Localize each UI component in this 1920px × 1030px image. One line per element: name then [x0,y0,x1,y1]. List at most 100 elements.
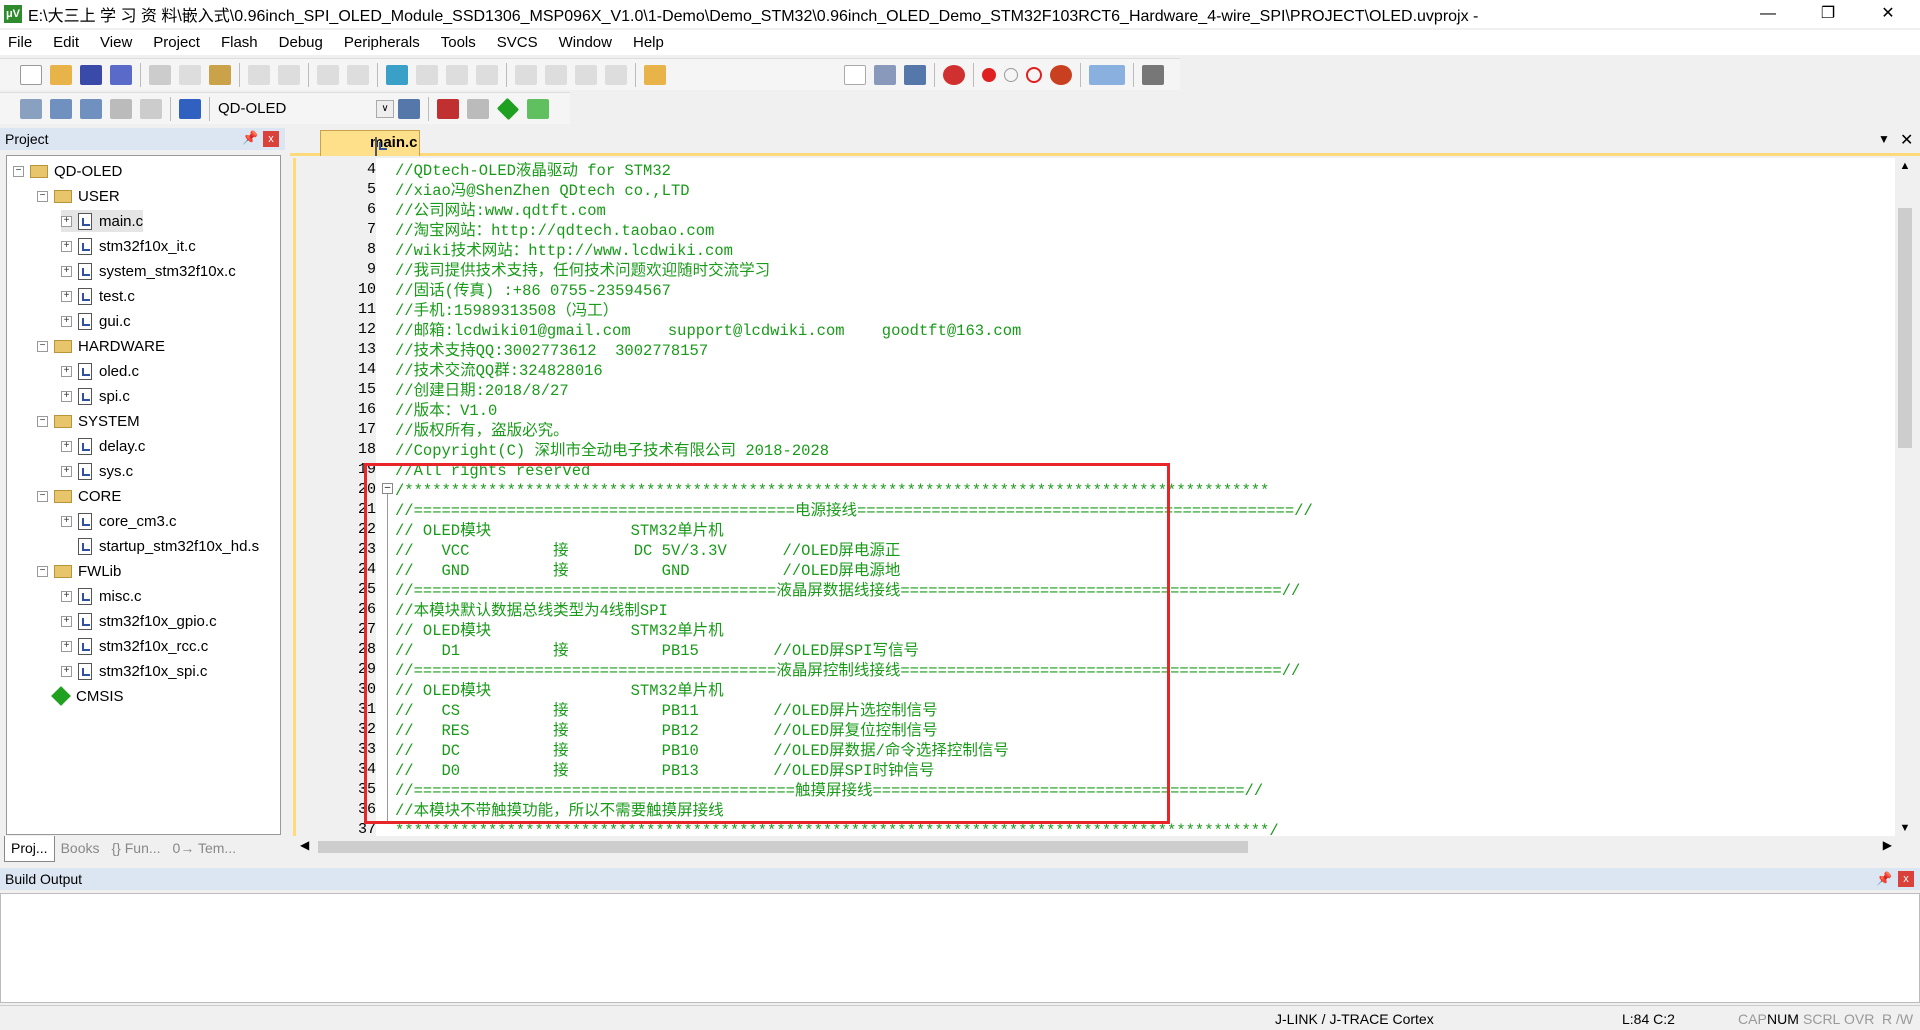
tab-project[interactable]: Proj... [4,836,55,862]
find-dropdown-icon[interactable] [844,64,866,85]
tree-item-folder[interactable]: − SYSTEM [37,410,140,432]
expand-icon[interactable]: + [61,440,72,452]
expand-icon[interactable]: + [61,665,72,677]
tree-item-file[interactable]: startup_stm32f10x_hd.s [61,535,259,557]
close-panel-icon[interactable]: x [263,131,279,147]
expand-icon[interactable]: + [61,515,72,527]
target-select[interactable]: QD-OLED ∨ [214,98,394,120]
tree-item-file[interactable]: + sys.c [61,460,133,482]
uncomment-icon[interactable] [605,64,627,85]
expand-icon[interactable]: + [61,615,72,627]
horizontal-scrollbar[interactable]: ◀ ▶ [296,838,1896,856]
forward-icon[interactable] [347,64,369,85]
incremental-find-icon[interactable] [874,64,896,85]
menu-flash[interactable]: Flash [219,34,260,51]
redo-icon[interactable] [278,64,300,85]
start-debug-icon[interactable] [943,64,965,85]
scroll-thumb[interactable] [1898,208,1912,448]
menu-debug[interactable]: Debug [277,34,325,51]
stop-build-icon[interactable] [140,98,162,119]
tree-item-folder[interactable]: − USER [37,185,120,207]
paste-icon[interactable] [209,64,231,85]
expand-icon[interactable]: − [37,190,48,202]
close-button[interactable]: ✕ [1860,0,1916,28]
translate-icon[interactable] [20,98,42,119]
unindent-icon[interactable] [545,64,567,85]
pack-installer-icon[interactable] [527,98,549,119]
minimize-button[interactable]: — [1740,0,1796,28]
menu-help[interactable]: Help [631,34,666,51]
tab-templates[interactable]: 0→ Tem... [167,836,243,862]
tab-main-c[interactable]: main.c [320,130,420,156]
batch-build-icon[interactable] [110,98,132,119]
clear-bookmarks-icon[interactable] [476,64,498,85]
expand-icon[interactable]: + [61,240,72,252]
fold-collapse-icon[interactable]: – [382,483,393,494]
find-in-files-icon[interactable] [644,64,666,85]
tree-item-file[interactable]: + main.c [61,210,144,232]
breakpoint-icon[interactable] [982,67,996,82]
expand-icon[interactable]: + [61,365,72,377]
tree-item-file[interactable]: + oled.c [61,360,139,382]
pin-icon[interactable]: 📌 [1876,868,1892,890]
tree-item-file[interactable]: + core_cm3.c [61,510,177,532]
expand-icon[interactable]: − [37,490,48,502]
expand-icon[interactable]: + [61,290,72,302]
debug-settings-icon[interactable] [904,64,926,85]
expand-icon[interactable]: − [37,340,48,352]
menu-svcs[interactable]: SVCS [495,34,540,51]
chevron-down-icon[interactable]: ∨ [376,99,394,118]
expand-icon[interactable]: + [61,390,72,402]
expand-icon[interactable]: − [13,165,24,177]
close-panel-icon[interactable]: x [1898,871,1914,887]
expand-icon[interactable]: + [61,465,72,477]
select-packs-icon[interactable] [467,98,489,119]
cut-icon[interactable] [149,64,171,85]
manage-project-items-icon[interactable] [437,98,459,119]
tab-functions[interactable]: {} Fun... [106,836,167,862]
menu-edit[interactable]: Edit [51,34,81,51]
pin-icon[interactable]: 📌 [242,130,258,146]
menu-view[interactable]: View [98,34,134,51]
tree-item-file[interactable]: + stm32f10x_spi.c [61,660,207,682]
new-file-icon[interactable] [20,64,42,85]
comment-icon[interactable] [575,64,597,85]
target-options-icon[interactable] [398,98,420,119]
menu-file[interactable]: File [6,34,34,51]
menu-project[interactable]: Project [151,34,202,51]
prev-bookmark-icon[interactable] [416,64,438,85]
expand-icon[interactable]: − [37,415,48,427]
expand-icon[interactable]: + [61,315,72,327]
build-output-area[interactable] [0,893,1920,1003]
tree-item-component[interactable]: CMSIS [37,685,124,707]
manage-runtime-icon[interactable] [496,97,520,120]
scroll-thumb[interactable] [318,841,1248,853]
load-icon[interactable] [179,98,201,119]
expand-icon[interactable]: + [61,215,72,227]
copy-icon[interactable] [179,64,201,85]
expand-icon[interactable]: + [61,640,72,652]
tree-item-file[interactable]: + spi.c [61,385,130,407]
tree-item-folder[interactable]: − HARDWARE [37,335,165,357]
menu-window[interactable]: Window [557,34,614,51]
menu-peripherals[interactable]: Peripherals [342,34,422,51]
disable-all-breakpoints-icon[interactable] [1026,66,1042,83]
open-folder-icon[interactable] [50,64,72,85]
tree-item-root[interactable]: − QD-OLED [13,160,122,182]
build-icon[interactable] [50,98,72,119]
tree-item-file[interactable]: + stm32f10x_gpio.c [61,610,217,632]
kill-all-breakpoints-icon[interactable] [1050,64,1072,85]
expand-icon[interactable]: + [61,590,72,602]
tree-item-file[interactable]: + system_stm32f10x.c [61,260,236,282]
expand-icon[interactable]: − [37,565,48,577]
next-bookmark-icon[interactable] [446,64,468,85]
tree-item-folder[interactable]: − CORE [37,485,121,507]
tree-item-file[interactable]: + stm32f10x_it.c [61,235,196,257]
save-icon[interactable] [80,64,102,85]
configure-icon[interactable] [1142,64,1164,85]
tree-item-file[interactable]: + stm32f10x_rcc.c [61,635,208,657]
indent-icon[interactable] [515,64,537,85]
save-all-icon[interactable] [110,64,132,85]
tree-item-folder[interactable]: − FWLib [37,560,121,582]
close-tab-icon[interactable]: ✕ [1900,130,1913,150]
